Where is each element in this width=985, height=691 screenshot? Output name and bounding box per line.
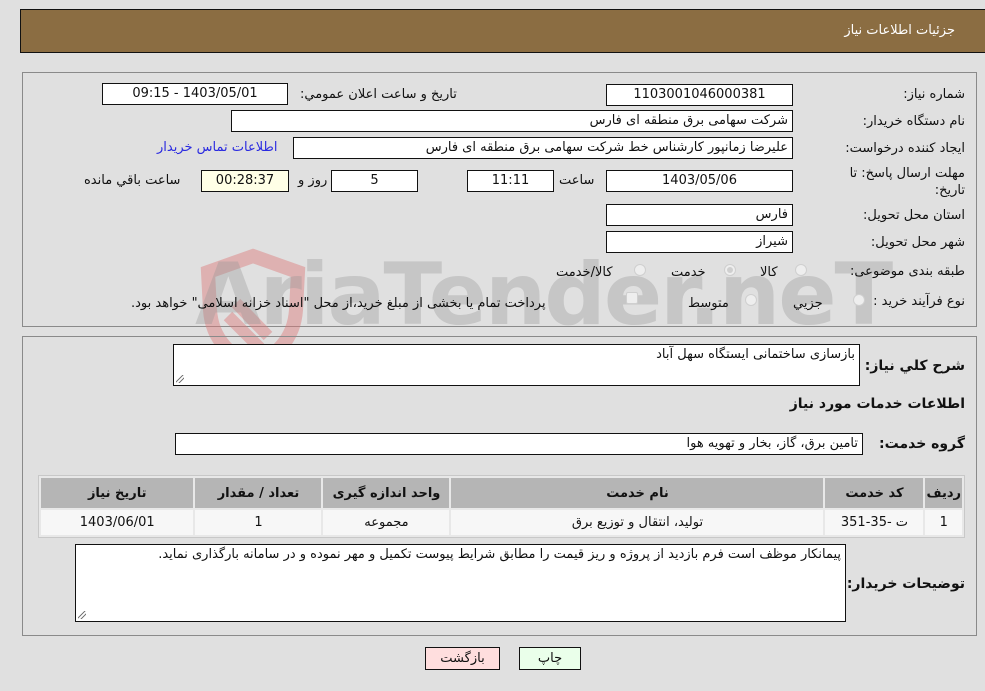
summary-label: شرح کلي نیاز: bbox=[864, 358, 965, 374]
summary-textarea[interactable]: بازسازی ساختمانی ایستگاه سهل آباد bbox=[173, 344, 860, 386]
process-option-minor: جزيي bbox=[793, 296, 823, 311]
buyer-notes-textarea[interactable]: پیمانکار موظف است فرم بازدید از پروژه و … bbox=[75, 544, 846, 622]
city-label: شهر محل تحویل: bbox=[870, 235, 965, 250]
cell-row-number: 1 bbox=[925, 510, 962, 535]
category-radio-service[interactable] bbox=[724, 264, 736, 276]
days-remaining-field: 5 bbox=[331, 170, 418, 192]
need-number-label: شماره نیاز: bbox=[903, 87, 965, 102]
services-heading: اطلاعات خدمات مورد نیاز bbox=[789, 396, 965, 412]
page-header: جزئیات اطلاعات نیاز bbox=[20, 9, 985, 53]
category-radio-goods[interactable] bbox=[795, 264, 807, 276]
province-field: فارس bbox=[606, 204, 793, 226]
back-button[interactable]: بازگشت bbox=[425, 647, 500, 670]
col-header-quantity: تعداد / مقدار bbox=[195, 478, 322, 508]
treasury-note: پرداخت تمام یا بخشی از مبلغ خرید،از محل … bbox=[131, 296, 546, 311]
treasury-checkbox[interactable] bbox=[626, 292, 638, 304]
page-title: جزئیات اطلاعات نیاز bbox=[844, 23, 955, 38]
resize-handle-icon[interactable] bbox=[78, 611, 86, 619]
summary-text: بازسازی ساختمانی ایستگاه سهل آباد bbox=[656, 347, 855, 362]
table-row: 1 ت -35-351 تولید، انتقال و توزیع برق مج… bbox=[41, 510, 962, 535]
cell-service-name: تولید، انتقال و توزیع برق bbox=[451, 510, 824, 535]
service-group-label: گروه خدمت: bbox=[879, 436, 965, 452]
resize-handle-icon[interactable] bbox=[176, 375, 184, 383]
province-label: استان محل تحویل: bbox=[863, 208, 965, 223]
process-radio-minor[interactable] bbox=[853, 294, 865, 306]
process-radio-medium[interactable] bbox=[745, 294, 757, 306]
announce-field: 1403/05/01 - 09:15 bbox=[102, 83, 288, 105]
col-header-service-name: نام خدمت bbox=[451, 478, 824, 508]
process-type-label: نوع فرآیند خرید : bbox=[873, 294, 965, 309]
buyer-notes-label: توضیحات خریدار: bbox=[846, 576, 965, 592]
creator-label: ایجاد کننده درخواست: bbox=[845, 141, 965, 156]
buyer-org-field: شرکت سهامی برق منطقه ای فارس bbox=[231, 110, 793, 132]
col-header-unit: واحد اندازه گیری bbox=[323, 478, 450, 508]
cell-quantity: 1 bbox=[195, 510, 322, 535]
service-group-field: تامین برق، گاز، بخار و تهویه هوا bbox=[175, 433, 863, 455]
announce-label: تاریخ و ساعت اعلان عمومي: bbox=[300, 87, 457, 102]
deadline-time-label: ساعت bbox=[559, 173, 595, 188]
buyer-org-label: نام دستگاه خریدار: bbox=[862, 114, 965, 129]
deadline-date-field: 1403/05/06 bbox=[606, 170, 793, 192]
cell-need-date: 1403/06/01 bbox=[41, 510, 194, 535]
city-field: شیراز bbox=[606, 231, 793, 253]
print-button[interactable]: چاپ bbox=[519, 647, 581, 670]
col-header-need-date: تاریخ نیاز bbox=[41, 478, 194, 508]
category-option-goods-service: کالا/خدمت bbox=[556, 265, 613, 280]
process-option-medium: متوسط bbox=[688, 296, 729, 311]
category-radio-goods-service[interactable] bbox=[634, 264, 646, 276]
buyer-contact-link[interactable]: اطلاعات تماس خریدار bbox=[157, 140, 277, 155]
col-header-service-code: کد خدمت bbox=[825, 478, 924, 508]
time-remaining-field: 00:28:37 bbox=[201, 170, 289, 192]
cell-service-code: ت -35-351 bbox=[825, 510, 924, 535]
category-option-goods: کالا bbox=[760, 265, 778, 280]
table-header-row: ردیف کد خدمت نام خدمت واحد اندازه گیری ت… bbox=[41, 478, 962, 508]
deadline-time-field: 11:11 bbox=[467, 170, 554, 192]
col-header-row-number: ردیف bbox=[925, 478, 962, 508]
need-number-field: 1103001046000381 bbox=[606, 84, 793, 106]
buyer-notes-text: پیمانکار موظف است فرم بازدید از پروژه و … bbox=[158, 547, 841, 562]
category-option-service: خدمت bbox=[671, 265, 706, 280]
creator-field: علیرضا زمانپور کارشناس خط شرکت سهامی برق… bbox=[293, 137, 793, 159]
services-table: ردیف کد خدمت نام خدمت واحد اندازه گیری ت… bbox=[38, 475, 965, 538]
category-label: طبقه بندی موضوعی: bbox=[849, 264, 965, 279]
cell-unit: مجموعه bbox=[323, 510, 450, 535]
time-remaining-label: ساعت باقي مانده bbox=[84, 173, 181, 188]
days-label: روز و bbox=[298, 173, 328, 188]
deadline-label: مهلت ارسال پاسخ: تا تاریخ: bbox=[849, 166, 965, 198]
